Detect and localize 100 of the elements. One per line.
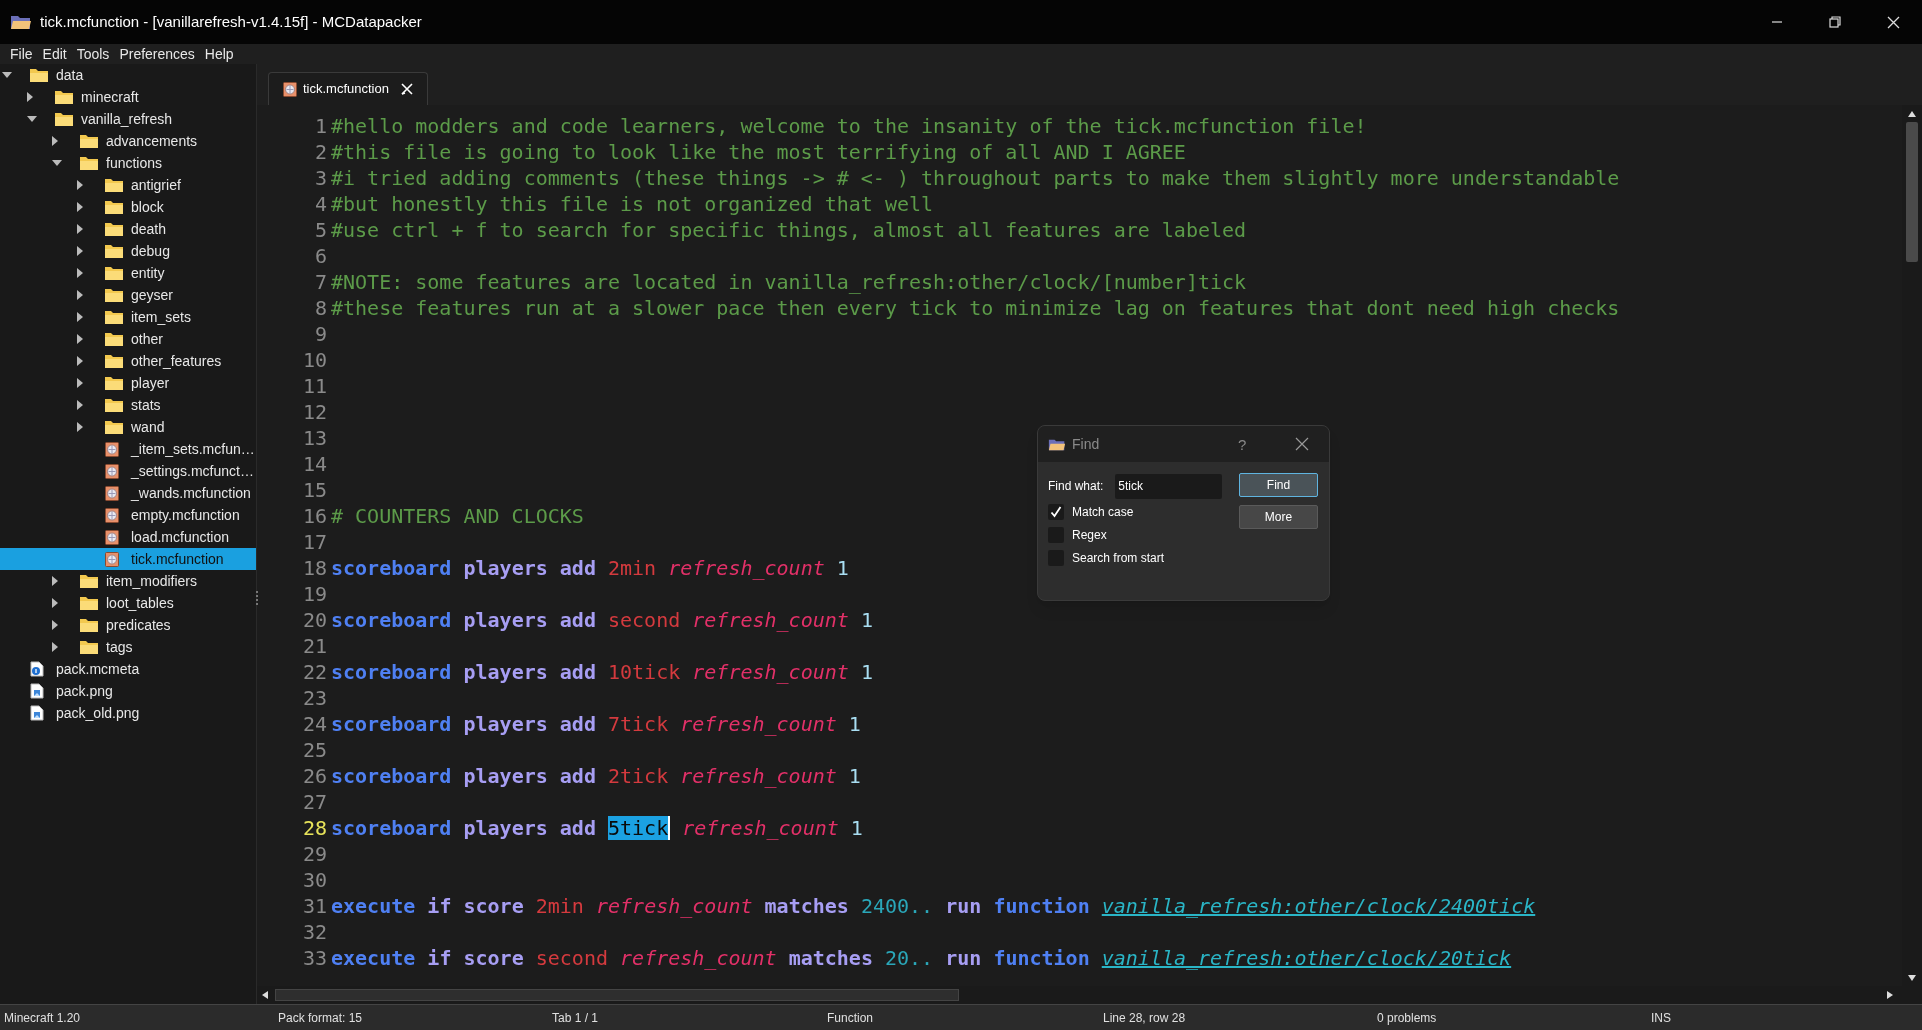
command-block-icon [105, 485, 119, 501]
find-button[interactable]: Find [1239, 473, 1318, 497]
folder-icon [105, 332, 123, 346]
find-label: Find what: [1048, 478, 1104, 495]
line-number: 33 [301, 945, 328, 971]
collapsed-arrow-icon[interactable] [52, 642, 58, 652]
tree-item[interactable]: tick.mcfunction [0, 548, 256, 570]
window-title: tick.mcfunction - [vanillarefresh-v1.4.15f] - MCDatapacker [40, 11, 422, 32]
scroll-down-icon[interactable] [1907, 974, 1917, 982]
tree-item[interactable]: entity [0, 262, 256, 284]
expanded-arrow-icon[interactable] [52, 160, 62, 166]
tree-item[interactable]: stats [0, 394, 256, 416]
line-number: 23 [301, 685, 328, 711]
image-file-icon [30, 705, 44, 721]
expanded-arrow-icon[interactable] [2, 72, 12, 78]
info-file-icon [30, 661, 44, 677]
tree-item[interactable]: pack.mcmeta [0, 658, 256, 680]
tree-item[interactable]: wand [0, 416, 256, 438]
tree-item[interactable]: death [0, 218, 256, 240]
tree-item[interactable]: item_sets [0, 306, 256, 328]
tree-item[interactable]: other [0, 328, 256, 350]
tree-item[interactable]: predicates [0, 614, 256, 636]
code-line: #but honestly this file is not organized that well [331, 191, 934, 217]
collapsed-arrow-icon[interactable] [77, 378, 83, 388]
collapsed-arrow-icon[interactable] [52, 598, 58, 608]
collapsed-arrow-icon[interactable] [77, 246, 83, 256]
collapsed-arrow-icon[interactable] [77, 312, 83, 322]
tree-item[interactable]: other_features [0, 350, 256, 372]
tree-item[interactable]: _item_sets.mcfun… [0, 438, 256, 460]
collapsed-arrow-icon[interactable] [77, 290, 83, 300]
scrollbar-thumb[interactable] [1906, 122, 1918, 262]
tree-item[interactable]: block [0, 196, 256, 218]
collapsed-arrow-icon[interactable] [52, 620, 58, 630]
line-number: 16 [301, 503, 328, 529]
tree-item[interactable]: tags [0, 636, 256, 658]
tree-item[interactable]: vanilla_refresh [0, 108, 256, 130]
tree-item[interactable]: empty.mcfunction [0, 504, 256, 526]
option-label[interactable]: Search from start [1072, 549, 1165, 567]
menu-item[interactable]: Help [200, 43, 238, 65]
function-link[interactable]: vanilla_refresh:other/clock/2400tick [1101, 894, 1536, 918]
scroll-right-icon[interactable] [1886, 990, 1894, 1000]
option-label[interactable]: Match case [1072, 503, 1134, 521]
tree-item[interactable]: geyser [0, 284, 256, 306]
code-line: scoreboard players add 10tick refresh_count 1 [331, 659, 873, 685]
collapsed-arrow-icon[interactable] [27, 92, 33, 102]
line-number: 6 [313, 243, 328, 269]
tree-item[interactable]: data [0, 64, 256, 86]
folder-icon [80, 618, 98, 632]
more-button[interactable]: More [1239, 505, 1318, 529]
scrollbar-thumb[interactable] [275, 989, 959, 1001]
scroll-up-icon[interactable] [1907, 110, 1917, 118]
option-label[interactable]: Regex [1072, 526, 1107, 544]
tree-item[interactable]: pack.png [0, 680, 256, 702]
collapsed-arrow-icon[interactable] [77, 422, 83, 432]
tree-item[interactable]: minecraft [0, 86, 256, 108]
tree-item[interactable]: load.mcfunction [0, 526, 256, 548]
menu-item[interactable]: Tools [72, 43, 114, 65]
command-block-icon [105, 529, 119, 545]
tree-item[interactable]: functions [0, 152, 256, 174]
menu-item[interactable]: File [6, 43, 37, 65]
menu-item[interactable]: Edit [38, 43, 71, 65]
function-link[interactable]: vanilla_refresh:other/clock/20tick [1101, 946, 1512, 970]
collapsed-arrow-icon[interactable] [77, 356, 83, 366]
close-tab-icon[interactable] [401, 83, 413, 95]
expanded-arrow-icon[interactable] [27, 116, 37, 122]
collapsed-arrow-icon[interactable] [77, 180, 83, 190]
line-number: 18 [301, 555, 328, 581]
tree-item[interactable]: _settings.mcfunct… [0, 460, 256, 482]
find-input[interactable]: 5tick [1115, 473, 1223, 499]
line-number: 1 [313, 113, 328, 139]
collapsed-arrow-icon[interactable] [77, 224, 83, 234]
restore-icon[interactable] [1829, 16, 1841, 28]
splitter-handle-icon[interactable] [255, 590, 259, 606]
scroll-left-icon[interactable] [261, 990, 269, 1000]
collapsed-arrow-icon[interactable] [77, 400, 83, 410]
checkbox[interactable] [1048, 504, 1064, 520]
folder-icon [80, 574, 98, 588]
tree-item[interactable]: _wands.mcfunction [0, 482, 256, 504]
status-text: Line 28, row 28 [1103, 1009, 1187, 1027]
collapsed-arrow-icon[interactable] [77, 334, 83, 344]
dialog-title: Find [1072, 434, 1100, 454]
folder-icon [105, 178, 123, 192]
tree-item[interactable]: antigrief [0, 174, 256, 196]
collapsed-arrow-icon[interactable] [77, 268, 83, 278]
line-number: 13 [301, 425, 328, 451]
collapsed-arrow-icon[interactable] [52, 136, 58, 146]
tree-item[interactable]: pack_old.png [0, 702, 256, 724]
close-button[interactable] [1295, 437, 1309, 451]
tree-item[interactable]: item_modifiers [0, 570, 256, 592]
close-icon[interactable] [1886, 15, 1900, 29]
code-line: scoreboard players add 2min refresh_count 1 [331, 555, 849, 581]
collapsed-arrow-icon[interactable] [52, 576, 58, 586]
tree-item[interactable]: advancements [0, 130, 256, 152]
editor-tab[interactable]: tick.mcfunction [268, 72, 428, 105]
tree-item[interactable]: loot_tables [0, 592, 256, 614]
help-button[interactable]: ? [1238, 434, 1247, 457]
menu-item[interactable]: Preferences [115, 43, 199, 65]
tree-item[interactable]: player [0, 372, 256, 394]
collapsed-arrow-icon[interactable] [77, 202, 83, 212]
tree-item[interactable]: debug [0, 240, 256, 262]
